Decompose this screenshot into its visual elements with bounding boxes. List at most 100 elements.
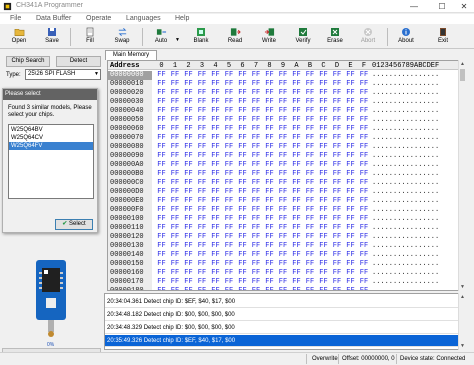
hex-byte-cell[interactable]: FF bbox=[331, 233, 344, 242]
chip-list-item[interactable]: W25Q64CV bbox=[9, 134, 93, 142]
hex-byte-cell[interactable]: FF bbox=[317, 71, 330, 80]
hex-byte-cell[interactable]: FF bbox=[344, 269, 357, 278]
hex-byte-cell[interactable]: FF bbox=[344, 71, 357, 80]
hex-byte-cell[interactable]: FF bbox=[236, 179, 249, 188]
hex-byte-cell[interactable]: FF bbox=[155, 134, 168, 143]
hex-byte-cell[interactable]: FF bbox=[331, 71, 344, 80]
hex-byte-cell[interactable]: FF bbox=[236, 224, 249, 233]
hex-byte-cell[interactable]: FF bbox=[223, 179, 236, 188]
hex-byte-cell[interactable]: FF bbox=[169, 188, 182, 197]
hex-byte-cell[interactable]: FF bbox=[236, 269, 249, 278]
hex-byte-cell[interactable]: FF bbox=[331, 125, 344, 134]
menu-operate[interactable]: Operate bbox=[86, 15, 111, 22]
hex-byte-cell[interactable]: FF bbox=[317, 161, 330, 170]
hex-byte-cell[interactable]: FF bbox=[155, 125, 168, 134]
hex-byte-cell[interactable]: FF bbox=[250, 233, 263, 242]
hex-byte-cell[interactable]: FF bbox=[263, 143, 276, 152]
log-scrollbar[interactable]: ▲ ▼ bbox=[458, 293, 466, 350]
hex-byte-cell[interactable]: FF bbox=[209, 287, 222, 290]
hex-byte-cell[interactable]: FF bbox=[344, 260, 357, 269]
hex-byte-cell[interactable]: FF bbox=[304, 269, 317, 278]
hex-byte-cell[interactable]: FF bbox=[196, 134, 209, 143]
hex-byte-cell[interactable]: FF bbox=[169, 134, 182, 143]
hex-byte-cell[interactable]: FF bbox=[182, 215, 195, 224]
hex-byte-cell[interactable]: FF bbox=[196, 98, 209, 107]
hex-byte-cell[interactable]: FF bbox=[263, 278, 276, 287]
hex-byte-cell[interactable]: FF bbox=[290, 161, 303, 170]
hex-byte-cell[interactable]: FF bbox=[182, 269, 195, 278]
hex-byte-cell[interactable]: FF bbox=[155, 233, 168, 242]
hex-byte-cell[interactable]: FF bbox=[358, 269, 371, 278]
hex-byte-cell[interactable]: FF bbox=[263, 170, 276, 179]
hex-byte-cell[interactable]: FF bbox=[182, 251, 195, 260]
hex-byte-cell[interactable]: FF bbox=[182, 143, 195, 152]
hex-byte-cell[interactable]: FF bbox=[236, 278, 249, 287]
hex-byte-cell[interactable]: FF bbox=[223, 170, 236, 179]
hex-byte-cell[interactable]: FF bbox=[236, 260, 249, 269]
hex-byte-cell[interactable]: FF bbox=[169, 107, 182, 116]
hex-byte-cell[interactable]: FF bbox=[250, 188, 263, 197]
scroll-thumb[interactable] bbox=[460, 69, 465, 81]
hex-byte-cell[interactable]: FF bbox=[250, 152, 263, 161]
hex-byte-cell[interactable]: FF bbox=[358, 107, 371, 116]
hex-byte-cell[interactable]: FF bbox=[277, 287, 290, 290]
hex-byte-cell[interactable]: FF bbox=[344, 242, 357, 251]
log-row[interactable]: 20:34:48.329 Detect chip ID: $00, $00, $… bbox=[105, 322, 465, 334]
hex-byte-cell[interactable]: FF bbox=[331, 287, 344, 290]
hex-byte-cell[interactable]: FF bbox=[317, 134, 330, 143]
hex-byte-cell[interactable]: FF bbox=[236, 89, 249, 98]
hex-byte-cell[interactable]: FF bbox=[358, 233, 371, 242]
hex-byte-cell[interactable]: FF bbox=[223, 134, 236, 143]
hex-byte-cell[interactable]: FF bbox=[236, 98, 249, 107]
hex-byte-cell[interactable]: FF bbox=[331, 278, 344, 287]
hex-byte-cell[interactable]: FF bbox=[304, 89, 317, 98]
hex-byte-cell[interactable]: FF bbox=[169, 170, 182, 179]
hex-byte-cell[interactable]: FF bbox=[358, 170, 371, 179]
hex-byte-cell[interactable]: FF bbox=[277, 89, 290, 98]
hex-byte-cell[interactable]: FF bbox=[196, 107, 209, 116]
hex-byte-cell[interactable]: FF bbox=[277, 125, 290, 134]
hex-byte-cell[interactable]: FF bbox=[344, 179, 357, 188]
hex-byte-cell[interactable]: FF bbox=[209, 278, 222, 287]
hex-byte-cell[interactable]: FF bbox=[236, 80, 249, 89]
hex-byte-cell[interactable]: FF bbox=[277, 260, 290, 269]
hex-byte-cell[interactable]: FF bbox=[263, 260, 276, 269]
hex-byte-cell[interactable]: FF bbox=[317, 80, 330, 89]
hex-byte-cell[interactable]: FF bbox=[209, 260, 222, 269]
hex-byte-cell[interactable]: FF bbox=[344, 143, 357, 152]
hex-byte-cell[interactable]: FF bbox=[263, 251, 276, 260]
hex-byte-cell[interactable]: FF bbox=[169, 224, 182, 233]
hex-byte-cell[interactable]: FF bbox=[250, 287, 263, 290]
menu-data-buffer[interactable]: Data Buffer bbox=[36, 15, 71, 22]
hex-byte-cell[interactable]: FF bbox=[155, 71, 168, 80]
menu-languages[interactable]: Languages bbox=[126, 15, 161, 22]
hex-byte-cell[interactable]: FF bbox=[290, 107, 303, 116]
exit-button[interactable]: Exit bbox=[428, 26, 458, 48]
hex-byte-cell[interactable]: FF bbox=[277, 98, 290, 107]
hex-byte-cell[interactable]: FF bbox=[358, 116, 371, 125]
hex-byte-cell[interactable]: FF bbox=[344, 98, 357, 107]
hex-byte-cell[interactable]: FF bbox=[304, 188, 317, 197]
hex-byte-cell[interactable]: FF bbox=[182, 260, 195, 269]
hex-byte-cell[interactable]: FF bbox=[169, 152, 182, 161]
hex-byte-cell[interactable]: FF bbox=[263, 125, 276, 134]
hex-byte-cell[interactable]: FF bbox=[223, 251, 236, 260]
hex-byte-cell[interactable]: FF bbox=[155, 251, 168, 260]
blank-button[interactable]: Blank bbox=[186, 26, 216, 48]
hex-byte-cell[interactable]: FF bbox=[223, 98, 236, 107]
hex-byte-cell[interactable]: FF bbox=[250, 80, 263, 89]
hex-byte-cell[interactable]: FF bbox=[169, 269, 182, 278]
hex-byte-cell[interactable]: FF bbox=[304, 98, 317, 107]
hex-byte-cell[interactable]: FF bbox=[182, 233, 195, 242]
hex-byte-cell[interactable]: FF bbox=[344, 152, 357, 161]
hex-byte-cell[interactable]: FF bbox=[344, 251, 357, 260]
hex-byte-cell[interactable]: FF bbox=[344, 188, 357, 197]
hex-byte-cell[interactable]: FF bbox=[317, 98, 330, 107]
hex-byte-cell[interactable]: FF bbox=[317, 278, 330, 287]
hex-byte-cell[interactable]: FF bbox=[331, 224, 344, 233]
hex-byte-cell[interactable]: FF bbox=[317, 107, 330, 116]
hex-byte-cell[interactable]: FF bbox=[209, 89, 222, 98]
hex-byte-cell[interactable]: FF bbox=[196, 269, 209, 278]
hex-byte-cell[interactable]: FF bbox=[331, 251, 344, 260]
chip-list-item-selected[interactable]: W25Q64FV bbox=[9, 142, 93, 150]
